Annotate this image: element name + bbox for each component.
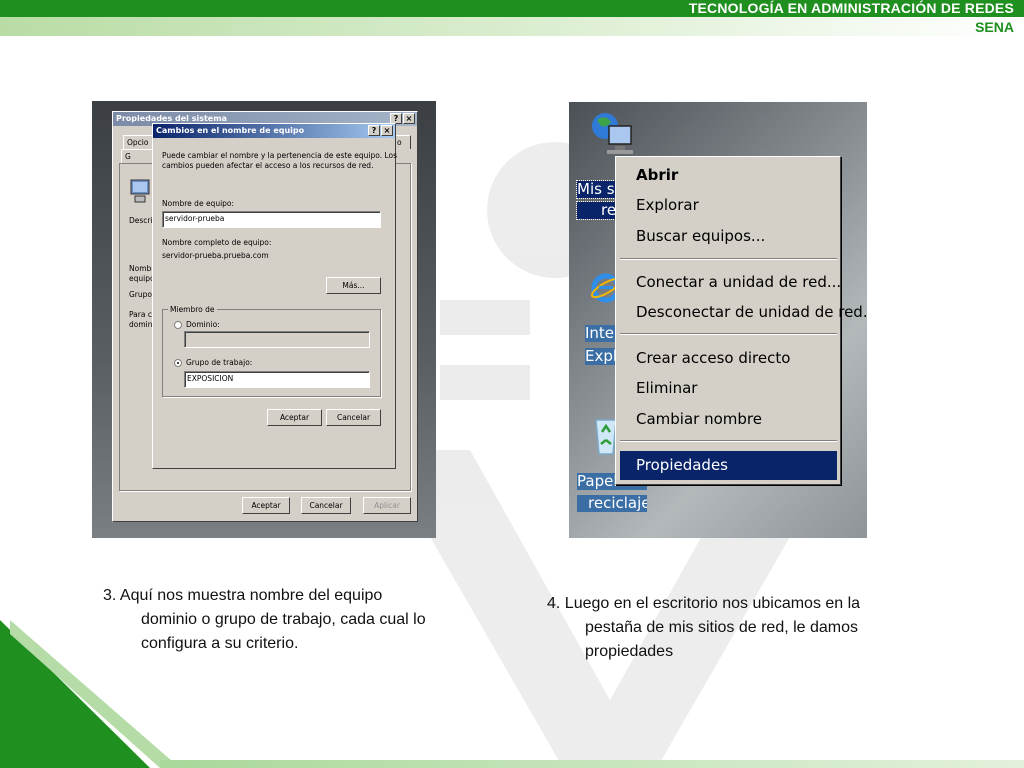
caption-step-4-line1: 4. Luego en el escritorio nos ubicamos e… xyxy=(547,595,861,612)
intro-text-line1: Puede cambiar el nombre y la pertenencia… xyxy=(162,151,398,160)
computer-icon xyxy=(130,179,150,203)
computer-name-label: Nombre de equipo: xyxy=(162,199,235,208)
menu-item-map-network-drive[interactable]: Conectar a unidad de red... xyxy=(620,268,841,297)
menu-item-search-computers[interactable]: Buscar equipos... xyxy=(620,222,837,251)
member-of-label: Miembro de xyxy=(168,305,217,314)
caption-step-3-line2: dominio o grupo de trabajo, cada cual lo xyxy=(141,611,426,628)
menu-item-delete[interactable]: Eliminar xyxy=(620,374,837,403)
dialog-ok-button[interactable]: Aceptar xyxy=(267,409,322,426)
context-menu: Abrir Explorar Buscar equipos... Conecta… xyxy=(615,156,867,485)
tab-general[interactable]: G xyxy=(121,149,153,163)
domain-radio[interactable] xyxy=(174,321,182,329)
banner-subtitle: SENA xyxy=(975,19,1014,35)
screenshot-computer-name-dialog: Propiedades del sistema ? × Opcio o G De… xyxy=(92,101,436,538)
computer-name-dialog: Cambios en el nombre de equipo ? × Puede… xyxy=(152,123,398,469)
workgroup-label: Grupo de trabajo: xyxy=(186,358,253,367)
menu-separator xyxy=(620,333,837,335)
system-properties-title: Propiedades del sistema xyxy=(116,114,227,123)
menu-separator xyxy=(620,258,837,260)
close-icon[interactable]: × xyxy=(403,113,415,124)
menu-separator xyxy=(620,440,837,442)
cancel-button[interactable]: Cancelar xyxy=(301,497,351,514)
domain-label: Dominio: xyxy=(186,320,220,329)
description-label: Descri xyxy=(129,216,153,225)
tab-opciones[interactable]: Opcio xyxy=(123,135,153,149)
full-name-label: Nombr xyxy=(129,264,155,273)
desktop-icon-label-network-line1[interactable]: Mis siti xyxy=(576,180,618,199)
dialog-cancel-button[interactable]: Cancelar xyxy=(326,409,381,426)
banner-title: TECNOLOGÍA EN ADMINISTRACIÓN DE REDES xyxy=(688,0,1014,16)
menu-item-properties[interactable]: Propiedades xyxy=(620,451,837,480)
menu-item-open[interactable]: Abrir xyxy=(620,161,837,190)
desktop-icon-label-network-line2[interactable]: re xyxy=(576,201,618,220)
dominio-label: domini xyxy=(129,320,155,329)
dialog-titlebar: Cambios en el nombre de equipo ? × xyxy=(153,124,395,138)
full-name-label: Nombre completo de equipo: xyxy=(162,238,272,247)
intro-text-line2: cambios pueden afectar el acceso a los r… xyxy=(162,161,374,170)
menu-item-rename[interactable]: Cambiar nombre xyxy=(620,405,837,434)
workgroup-input[interactable]: EXPOSICION xyxy=(184,371,370,388)
workgroup-radio[interactable] xyxy=(174,359,182,367)
para-label: Para c xyxy=(129,310,152,319)
caption-step-4-line3: propiedades xyxy=(585,643,674,660)
more-button[interactable]: Más... xyxy=(326,277,381,294)
caption-step-4-line2: pestaña de mis sitios de red, le damos xyxy=(585,619,859,636)
apply-button[interactable]: Aplicar xyxy=(363,497,411,514)
menu-item-explore[interactable]: Explorar xyxy=(620,191,837,220)
full-name-value: servidor-prueba.prueba.com xyxy=(162,251,269,260)
header-gradient xyxy=(0,17,1024,36)
caption-step-3: 3. Aquí nos muestra nombre del equipo do… xyxy=(103,584,493,656)
computer-name-input[interactable]: servidor-prueba xyxy=(162,211,381,228)
caption-step-3-line3: configura a su criterio. xyxy=(141,635,299,652)
menu-item-create-shortcut[interactable]: Crear acceso directo xyxy=(620,344,837,373)
accept-button[interactable]: Aceptar xyxy=(242,497,290,514)
desktop-icon-label-ie-line1[interactable]: Inter xyxy=(585,325,615,342)
equipo-label: equipo xyxy=(129,274,155,283)
bottom-line xyxy=(160,760,1024,768)
domain-input[interactable] xyxy=(184,331,370,348)
dialog-help-icon[interactable]: ? xyxy=(368,125,380,136)
dialog-close-icon[interactable]: × xyxy=(381,125,393,136)
desktop-icon-label-recycle-line2[interactable]: reciclaje xyxy=(577,495,647,512)
menu-item-disconnect-network-drive[interactable]: Desconectar de unidad de red... xyxy=(620,298,867,327)
caption-step-4: 4. Luego en el escritorio nos ubicamos e… xyxy=(547,592,947,664)
screenshot-desktop-context-menu: Mis siti re Inter Explo Papelera de reci… xyxy=(569,102,867,538)
dialog-title: Cambios en el nombre de equipo xyxy=(156,126,305,135)
caption-step-3-line1: 3. Aquí nos muestra nombre del equipo xyxy=(103,587,383,604)
desktop-icon-label-ie-line2[interactable]: Explo xyxy=(585,348,615,365)
group-label: Grupo xyxy=(129,290,152,299)
